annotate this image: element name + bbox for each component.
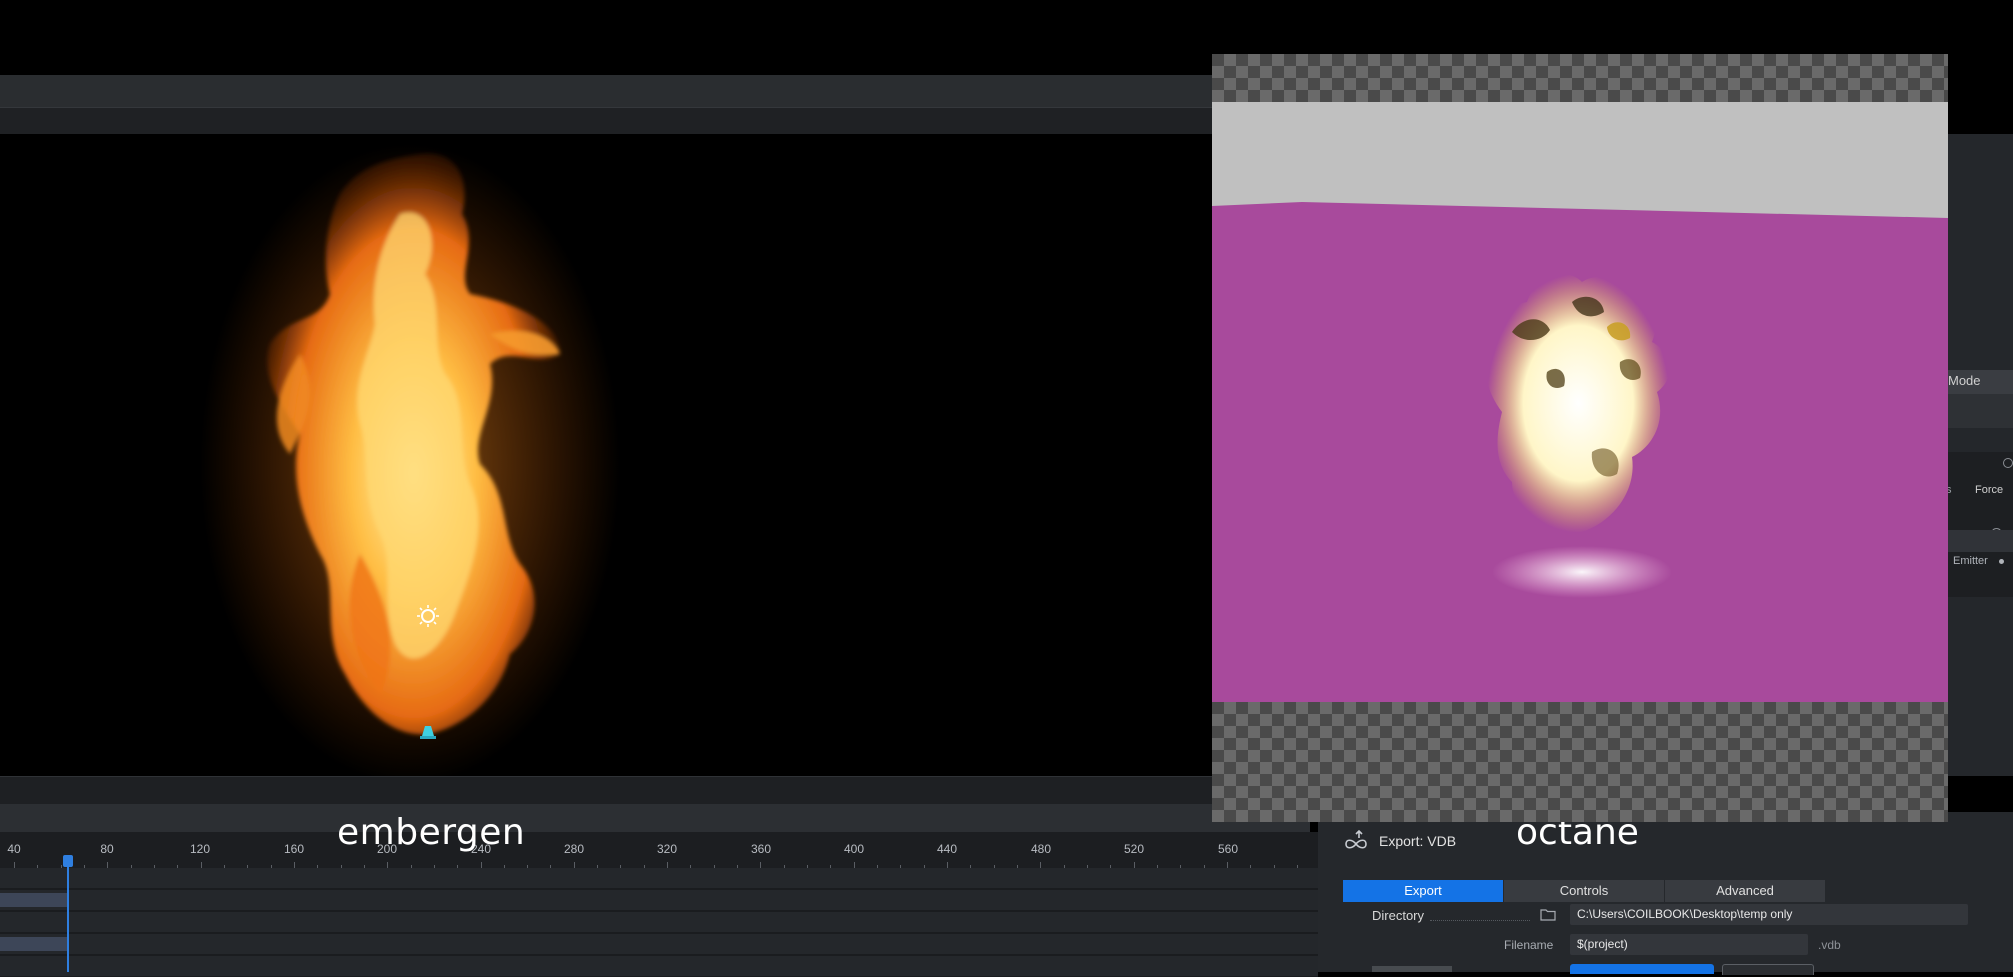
tab-controls[interactable]: Controls bbox=[1504, 880, 1664, 902]
tick-label: 280 bbox=[563, 842, 585, 856]
tab-force[interactable]: Force bbox=[1975, 484, 2003, 496]
timeline-tracks[interactable] bbox=[0, 868, 1318, 977]
timeline-track[interactable] bbox=[0, 956, 1318, 977]
tick-label: 120 bbox=[189, 842, 211, 856]
timeline-scrubber-bar[interactable] bbox=[0, 804, 1310, 833]
tick-label: 440 bbox=[936, 842, 958, 856]
tick-label: 320 bbox=[656, 842, 678, 856]
tick-label: 80 bbox=[100, 842, 114, 856]
fire-simulation-render bbox=[200, 144, 620, 776]
filename-label: Filename bbox=[1504, 938, 1554, 952]
export-vdb-icon bbox=[1345, 829, 1367, 849]
leader-dots bbox=[1430, 920, 1530, 922]
playhead-handle[interactable] bbox=[63, 855, 73, 867]
timeline-track[interactable] bbox=[0, 890, 1318, 911]
embergen-toolbar bbox=[0, 75, 1215, 107]
tick-label: 400 bbox=[843, 842, 865, 856]
directory-input[interactable]: C:\Users\COILBOOK\Desktop\temp only bbox=[1570, 904, 1968, 925]
power-icon[interactable] bbox=[2003, 458, 2013, 468]
octane-render-window[interactable] bbox=[1212, 54, 1948, 822]
folder-icon[interactable] bbox=[1540, 907, 1556, 921]
secondary-button[interactable] bbox=[1722, 964, 1814, 975]
tick-label: 40 bbox=[7, 842, 21, 856]
timeline-ruler[interactable]: 40 80 120 160 200 240 280 320 360 400 44… bbox=[0, 832, 1322, 868]
partial-row-label bbox=[1372, 966, 1452, 972]
emitter-node-label[interactable]: Emitter bbox=[1953, 555, 1988, 567]
timeline-track[interactable] bbox=[0, 934, 1318, 955]
export-panel-title: Export: VDB bbox=[1379, 833, 1457, 849]
tick-label: 160 bbox=[283, 842, 305, 856]
export-button[interactable] bbox=[1570, 964, 1714, 974]
mode-label: Mode bbox=[1948, 373, 1981, 388]
caption-embergen: embergen bbox=[337, 812, 526, 853]
filename-extension: .vdb bbox=[1818, 938, 1841, 952]
playhead-line[interactable] bbox=[67, 855, 69, 972]
tick-label: 560 bbox=[1217, 842, 1239, 856]
octane-render-image bbox=[1212, 102, 1948, 702]
track-clip[interactable] bbox=[0, 893, 67, 907]
timeline-track[interactable] bbox=[0, 912, 1318, 933]
viewport-footer bbox=[0, 776, 1320, 805]
embergen-viewport[interactable] bbox=[0, 134, 1213, 776]
status-dot bbox=[1999, 559, 2004, 564]
tab-export[interactable]: Export bbox=[1343, 880, 1503, 902]
tick-label: 520 bbox=[1123, 842, 1145, 856]
directory-label: Directory bbox=[1372, 908, 1425, 923]
filename-input[interactable]: $(project) bbox=[1570, 934, 1808, 955]
tick-label: 360 bbox=[750, 842, 772, 856]
track-clip[interactable] bbox=[0, 937, 67, 951]
viewport-header bbox=[0, 107, 1215, 134]
tick-label: 480 bbox=[1030, 842, 1052, 856]
timeline-track[interactable] bbox=[0, 868, 1318, 889]
tab-advanced[interactable]: Advanced bbox=[1665, 880, 1825, 902]
